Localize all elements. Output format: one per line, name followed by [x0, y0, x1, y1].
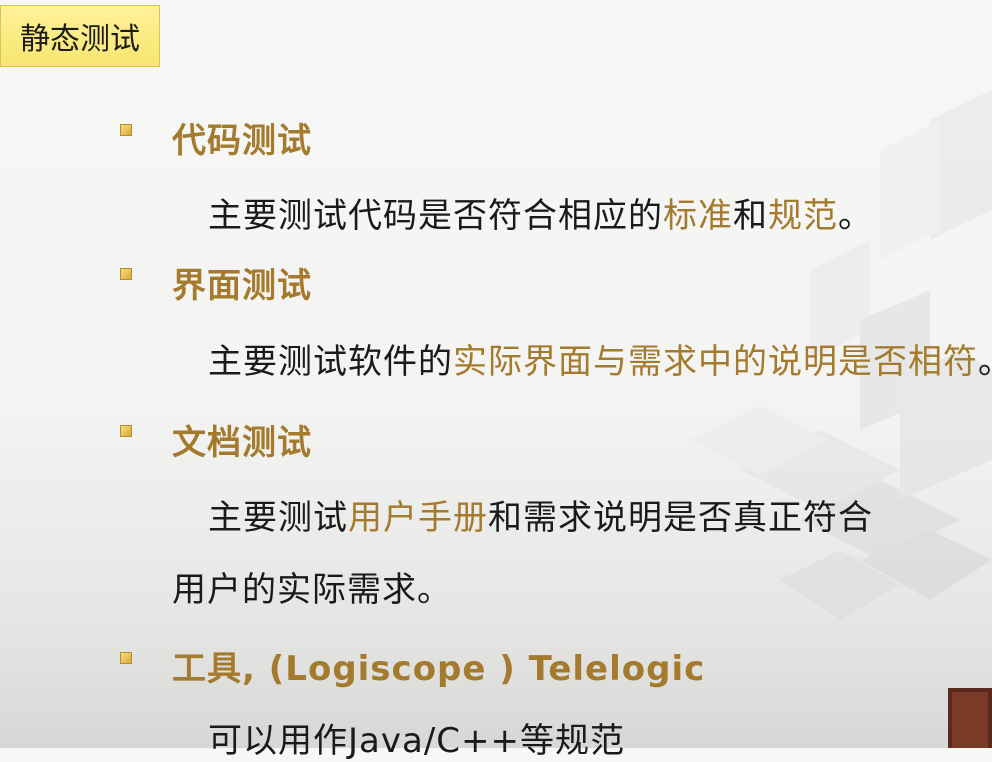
section-body-code-test: 主要测试代码是否符合相应的标准和规范。: [208, 188, 873, 237]
section-heading-ui-test: 界面测试: [172, 266, 312, 306]
body-text: 主要测试: [208, 498, 348, 538]
body-text: 可以用作Java/C++等规范: [208, 721, 625, 761]
slide: 静态测试 代码测试 主要测试代码是否符合相应的标准和规范。 界面测试 主要测试软…: [0, 0, 992, 761]
section-heading-doc-test: 文档测试: [172, 423, 312, 463]
body-text: 和: [733, 196, 768, 236]
bullet-icon: [120, 268, 132, 280]
body-text: 和需求说明是否真正符合: [488, 498, 873, 538]
section-body-doc-test: 主要测试用户手册和需求说明是否真正符合: [208, 490, 873, 539]
slide-title: 静态测试: [0, 5, 160, 67]
body-text: 主要测试代码是否符合相应的: [208, 196, 663, 236]
bullet-icon: [120, 124, 132, 136]
section-body-tools: 可以用作Java/C++等规范: [208, 713, 625, 762]
section-heading-tools: 工具, (Logiscope ) Telelogic: [172, 649, 706, 689]
body-text: 。: [838, 196, 873, 236]
bullet-icon: [120, 652, 132, 664]
section-heading-code-test: 代码测试: [172, 121, 312, 161]
highlight-text: 标准: [663, 196, 733, 236]
section-body-doc-test-line2: 用户的实际需求。: [172, 570, 452, 610]
section-body-ui-test: 主要测试软件的实际界面与需求中的说明是否相符。: [208, 334, 992, 383]
highlight-text: 规范: [768, 196, 838, 236]
bullet-icon: [120, 425, 132, 437]
highlight-text: 用户手册: [348, 498, 488, 538]
highlight-text: 实际界面与需求中的说明是否相符: [453, 342, 978, 382]
body-text: 。: [978, 342, 992, 382]
body-text: 主要测试软件的: [208, 342, 453, 382]
